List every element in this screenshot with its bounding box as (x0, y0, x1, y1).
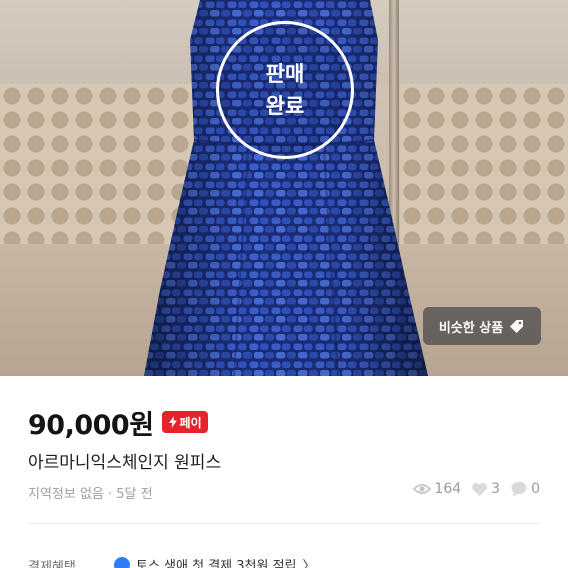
location-time: 지역정보 없음 · 5달 전 (28, 487, 153, 502)
section-divider (28, 523, 540, 524)
eye-icon (413, 484, 432, 494)
heart-icon (472, 482, 487, 496)
payment-benefit-label: 결제혜택 (28, 560, 76, 568)
product-image[interactable]: 판매 완료 비슷한 상품 (0, 0, 568, 376)
similar-products-button[interactable]: 비슷한 상품 (423, 307, 541, 345)
chat-bubble-icon (511, 481, 527, 497)
chats-count: 0 (531, 481, 540, 497)
chats-stat: 0 (510, 481, 540, 497)
sold-out-overlay: 판매 완료 (216, 21, 354, 159)
similar-products-label: 비슷한 상품 (438, 320, 504, 336)
product-stats: 164 3 0 (413, 481, 540, 497)
price-row: 90,000원 페이 (28, 404, 208, 441)
toss-logo-icon (114, 556, 130, 568)
pay-badge: 페이 (161, 411, 208, 433)
price: 90,000원 (28, 409, 154, 441)
pay-badge-label: 페이 (179, 415, 202, 430)
views-count: 164 (434, 481, 462, 497)
views-stat: 164 (413, 481, 461, 497)
sold-label-line1: 판매 (265, 62, 305, 86)
payment-benefit-text: 토스 생애 첫 결제 3천원 적립 (136, 559, 297, 568)
price-tag-icon (510, 320, 524, 333)
product-title: 아르마니익스체인지 원피스 (28, 453, 222, 473)
likes-count: 3 (491, 481, 501, 497)
payment-benefit-link[interactable]: 토스 생애 첫 결제 3천원 적립 〉 (114, 555, 316, 568)
sold-label-line2: 완료 (265, 94, 305, 118)
likes-stat: 3 (471, 481, 500, 497)
lightning-icon (168, 416, 177, 428)
chevron-right-icon: 〉 (302, 559, 316, 568)
